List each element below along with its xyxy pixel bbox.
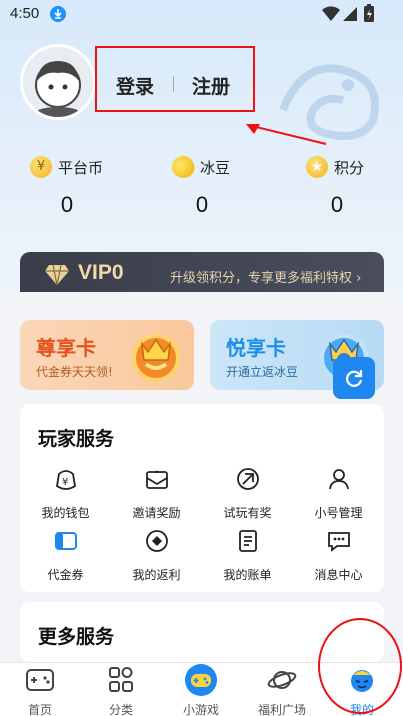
service-label: 试玩有奖	[223, 506, 272, 520]
tab-label: 福利广场	[257, 703, 306, 716]
refresh-icon	[346, 370, 363, 387]
trial-icon	[236, 468, 259, 490]
currency-value: 0	[60, 192, 74, 217]
wallet-icon: ¥	[55, 470, 76, 490]
star-coin-icon: ★	[306, 156, 328, 178]
service-accounts[interactable]: 小号管理	[293, 466, 384, 521]
currency-label: 积分	[334, 158, 365, 177]
vip-description: 升级领积分，专享更多福利特权 ›	[170, 271, 362, 286]
profile-tab-highlight-circle	[318, 618, 402, 714]
status-bar: 4:50	[0, 0, 403, 28]
tab-mini-game[interactable]: 小游戏	[161, 663, 241, 716]
wifi-icon	[322, 6, 340, 22]
service-label: 我的钱包	[41, 506, 90, 520]
tab-label: 小游戏	[182, 703, 219, 716]
signal-icon	[343, 7, 357, 21]
message-icon	[327, 532, 350, 552]
card-title: 尊享卡	[36, 336, 96, 360]
service-label: 我的返利	[132, 568, 181, 582]
card-title: 悦享卡	[226, 336, 286, 360]
service-voucher[interactable]: 代金券	[20, 528, 111, 583]
category-icon	[109, 667, 133, 692]
register-button[interactable]: 注册	[192, 72, 230, 99]
section-title: 玩家服务	[38, 428, 115, 450]
gamepad-icon	[26, 669, 54, 691]
tab-welfare[interactable]: 福利广场	[242, 667, 322, 716]
rebate-icon	[145, 530, 168, 552]
crown-badge-icon	[132, 334, 180, 382]
invite-icon	[145, 470, 168, 489]
service-label: 消息中心	[314, 568, 363, 582]
card-subtitle: 开通立返冰豆	[226, 365, 299, 379]
currency-label: 平台币	[58, 158, 104, 177]
tab-category[interactable]: 分类	[81, 667, 161, 716]
service-wallet[interactable]: ¥ 我的钱包	[20, 466, 111, 521]
battery-icon	[364, 4, 374, 22]
login-button[interactable]: 登录	[116, 72, 154, 99]
service-bill[interactable]: 我的账单	[202, 528, 293, 583]
bean-icon	[168, 152, 198, 182]
service-label: 邀请奖励	[132, 506, 181, 520]
login-divider	[173, 76, 174, 92]
service-trial[interactable]: 试玩有奖	[202, 466, 293, 521]
service-messages[interactable]: 消息中心	[293, 528, 384, 583]
download-icon	[50, 6, 66, 22]
diamond-icon	[45, 264, 69, 286]
service-invite[interactable]: 邀请奖励	[111, 466, 202, 521]
yen-coin-icon: ¥	[30, 156, 52, 178]
tab-label: 首页	[27, 703, 52, 716]
service-label: 代金券	[47, 568, 84, 582]
card-subtitle: 代金券天天领!	[36, 365, 113, 379]
annotation-arrow-icon	[246, 124, 327, 145]
currency-label: 冰豆	[200, 158, 231, 177]
planet-icon	[267, 671, 297, 689]
refresh-button[interactable]	[333, 357, 375, 399]
card-zunxiang[interactable]: 尊享卡 代金券天天领!	[20, 320, 194, 390]
account-icon	[328, 469, 349, 490]
tab-label: 分类	[108, 703, 133, 716]
svg-text:¥: ¥	[62, 477, 68, 488]
player-services-section: 玩家服务 ¥ 我的钱包 邀请奖励 试玩有奖 小号管理 代金券 我的返利 我的账单…	[20, 404, 384, 592]
bill-icon	[238, 530, 257, 552]
voucher-icon	[54, 532, 77, 550]
currency-value: 0	[195, 192, 209, 217]
service-label: 小号管理	[314, 506, 363, 520]
service-rebate[interactable]: 我的返利	[111, 528, 202, 583]
tab-home[interactable]: 首页	[0, 667, 80, 716]
service-label: 我的账单	[223, 568, 272, 582]
section-title: 更多服务	[38, 626, 115, 648]
vip-level: VIP0	[78, 261, 124, 284]
status-time: 4:50	[10, 5, 40, 22]
avatar[interactable]	[20, 44, 96, 120]
currency-value: 0	[330, 192, 344, 217]
mini-game-icon	[185, 664, 217, 696]
